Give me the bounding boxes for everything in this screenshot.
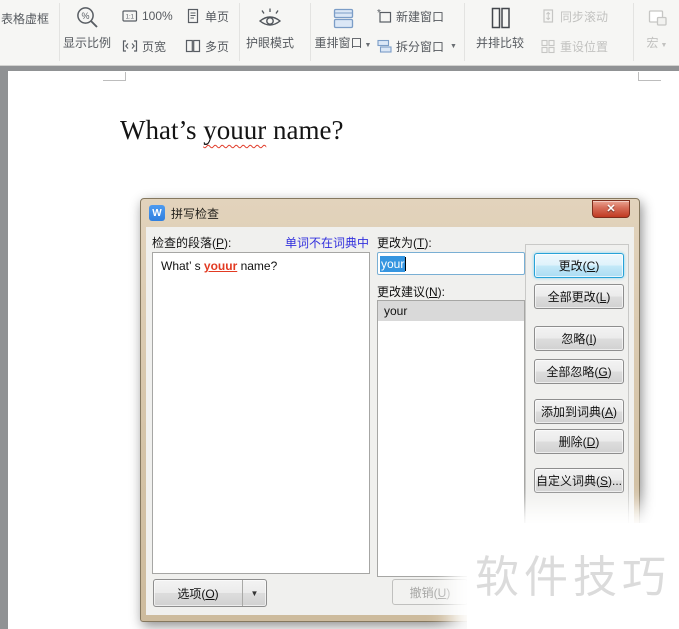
document-text[interactable]: What’s youur name? <box>120 115 343 146</box>
suggestions-label: 更改建议(N): <box>377 285 446 299</box>
split-window-label: 拆分窗口 <box>396 39 445 54</box>
change-to-label: 更改为(T): <box>377 236 432 250</box>
toolbar-separator <box>633 3 634 61</box>
page-width-button[interactable]: 页宽 <box>122 37 166 55</box>
reset-position-icon <box>540 38 556 54</box>
macro-label: 宏 <box>646 36 659 50</box>
zoom-percent-icon: % <box>74 2 101 34</box>
stacked-windows-icon <box>330 2 357 34</box>
watermark-text: 软件技巧 <box>475 553 671 602</box>
selected-input-text: your <box>380 255 406 272</box>
zoom-100-label: 100% <box>142 9 173 23</box>
macro-icon <box>644 2 671 34</box>
wps-app-icon: W <box>149 205 165 221</box>
eye-protection-label: 护眼模式 <box>245 36 294 50</box>
custom-dictionary-button[interactable]: 自定义词典(S)... <box>534 468 624 493</box>
change-all-button[interactable]: 全部更改(L) <box>534 284 624 309</box>
eye-icon <box>256 2 284 34</box>
options-label: 选项(O) <box>177 586 219 601</box>
ignore-button[interactable]: 忽略(I) <box>534 326 624 351</box>
preview-after: name? <box>237 259 278 273</box>
new-window-icon: * <box>376 8 392 24</box>
sync-scroll-icon <box>540 8 556 24</box>
add-to-dictionary-button[interactable]: 添加到词典(A) <box>534 399 624 424</box>
doc-text-after: name? <box>266 115 344 145</box>
svg-text:1:1: 1:1 <box>126 15 135 21</box>
macro-button: 宏 ▼ <box>638 2 676 52</box>
text-caret <box>405 256 407 271</box>
dialog-titlebar[interactable]: W 拼写检查 <box>141 199 639 227</box>
side-by-side-button[interactable]: 并排比较 <box>470 2 530 51</box>
rearrange-window-button[interactable]: 重排窗口 ▼ <box>313 2 373 52</box>
toolbar-separator <box>464 3 465 61</box>
options-button[interactable]: 选项(O) ▼ <box>153 579 267 607</box>
svg-text:*: * <box>377 8 381 19</box>
options-dropdown-arrow[interactable]: ▼ <box>242 580 266 606</box>
doc-misspelled-word: youur <box>203 115 267 145</box>
page-width-label: 页宽 <box>142 39 167 54</box>
zoom-100-button[interactable]: 1:1 100% <box>122 7 173 25</box>
eye-protection-button[interactable]: 护眼模式 <box>243 2 297 51</box>
side-by-side-label: 并排比较 <box>475 36 524 50</box>
single-page-label: 单页 <box>205 9 230 24</box>
preview-before: What’ s <box>161 259 204 273</box>
zoom-ratio-button[interactable]: % 显示比例 <box>62 2 112 51</box>
table-frame-option[interactable]: 表格虚框 <box>1 9 49 27</box>
rearrange-window-label: 重排窗口 <box>314 36 363 50</box>
chevron-down-icon: ▼ <box>364 42 372 49</box>
page-width-icon <box>122 38 138 54</box>
close-button[interactable]: ✕ <box>592 200 630 218</box>
preview-misspelled-word: youur <box>203 259 238 273</box>
chevron-down-icon: ▼ <box>450 42 457 50</box>
view-toolbar: 表格虚框 % 显示比例 1:1 100% 页宽 单页 多页 护眼模式 重排窗口 … <box>0 0 679 66</box>
change-to-input[interactable]: your <box>377 252 525 275</box>
side-by-side-icon <box>487 2 514 34</box>
change-button[interactable]: 更改(C) <box>534 253 624 278</box>
new-window-button[interactable]: * 新建窗口 <box>376 7 444 25</box>
status-hint: 单词不在词典中 <box>284 236 369 250</box>
single-page-icon <box>185 8 201 24</box>
doc-text-before: What’s <box>120 115 204 145</box>
delete-button[interactable]: 删除(D) <box>534 429 624 454</box>
reset-position-label: 重设位置 <box>560 39 609 54</box>
svg-text:%: % <box>81 11 89 21</box>
app-window: 表格虚框 % 显示比例 1:1 100% 页宽 单页 多页 护眼模式 重排窗口 … <box>0 0 679 629</box>
undo-button: 撤销(U) <box>392 579 468 605</box>
table-frame-label: 表格虚框 <box>1 11 50 26</box>
toolbar-separator <box>310 3 311 61</box>
dialog-title: 拼写检查 <box>171 206 220 221</box>
toolbar-separator <box>239 3 240 61</box>
zoom-ratio-label: 显示比例 <box>62 36 111 50</box>
split-window-icon <box>376 38 392 54</box>
new-window-label: 新建窗口 <box>396 9 445 24</box>
reset-position-button: 重设位置 <box>540 37 608 55</box>
sync-scroll-label: 同步滚动 <box>560 9 609 24</box>
chevron-down-icon: ▼ <box>660 42 668 49</box>
multi-page-button[interactable]: 多页 <box>185 37 229 55</box>
checked-paragraph-panel[interactable]: What’ s youur name? <box>152 252 370 574</box>
one-to-one-icon: 1:1 <box>122 8 138 24</box>
sync-scroll-button: 同步滚动 <box>540 7 608 25</box>
single-page-button[interactable]: 单页 <box>185 7 229 25</box>
toolbar-separator <box>59 3 60 61</box>
multi-page-icon <box>185 38 201 54</box>
margin-crop-mark <box>638 72 661 81</box>
split-window-button[interactable]: 拆分窗口 ▼ <box>376 37 457 55</box>
watermark-overlay: 软件技巧 <box>467 523 679 629</box>
paragraph-label: 检查的段落(P): <box>152 236 232 250</box>
multi-page-label: 多页 <box>205 39 230 54</box>
margin-crop-mark <box>103 72 126 81</box>
ignore-all-button[interactable]: 全部忽略(G) <box>534 359 624 384</box>
suggestion-item[interactable]: your <box>378 301 524 321</box>
